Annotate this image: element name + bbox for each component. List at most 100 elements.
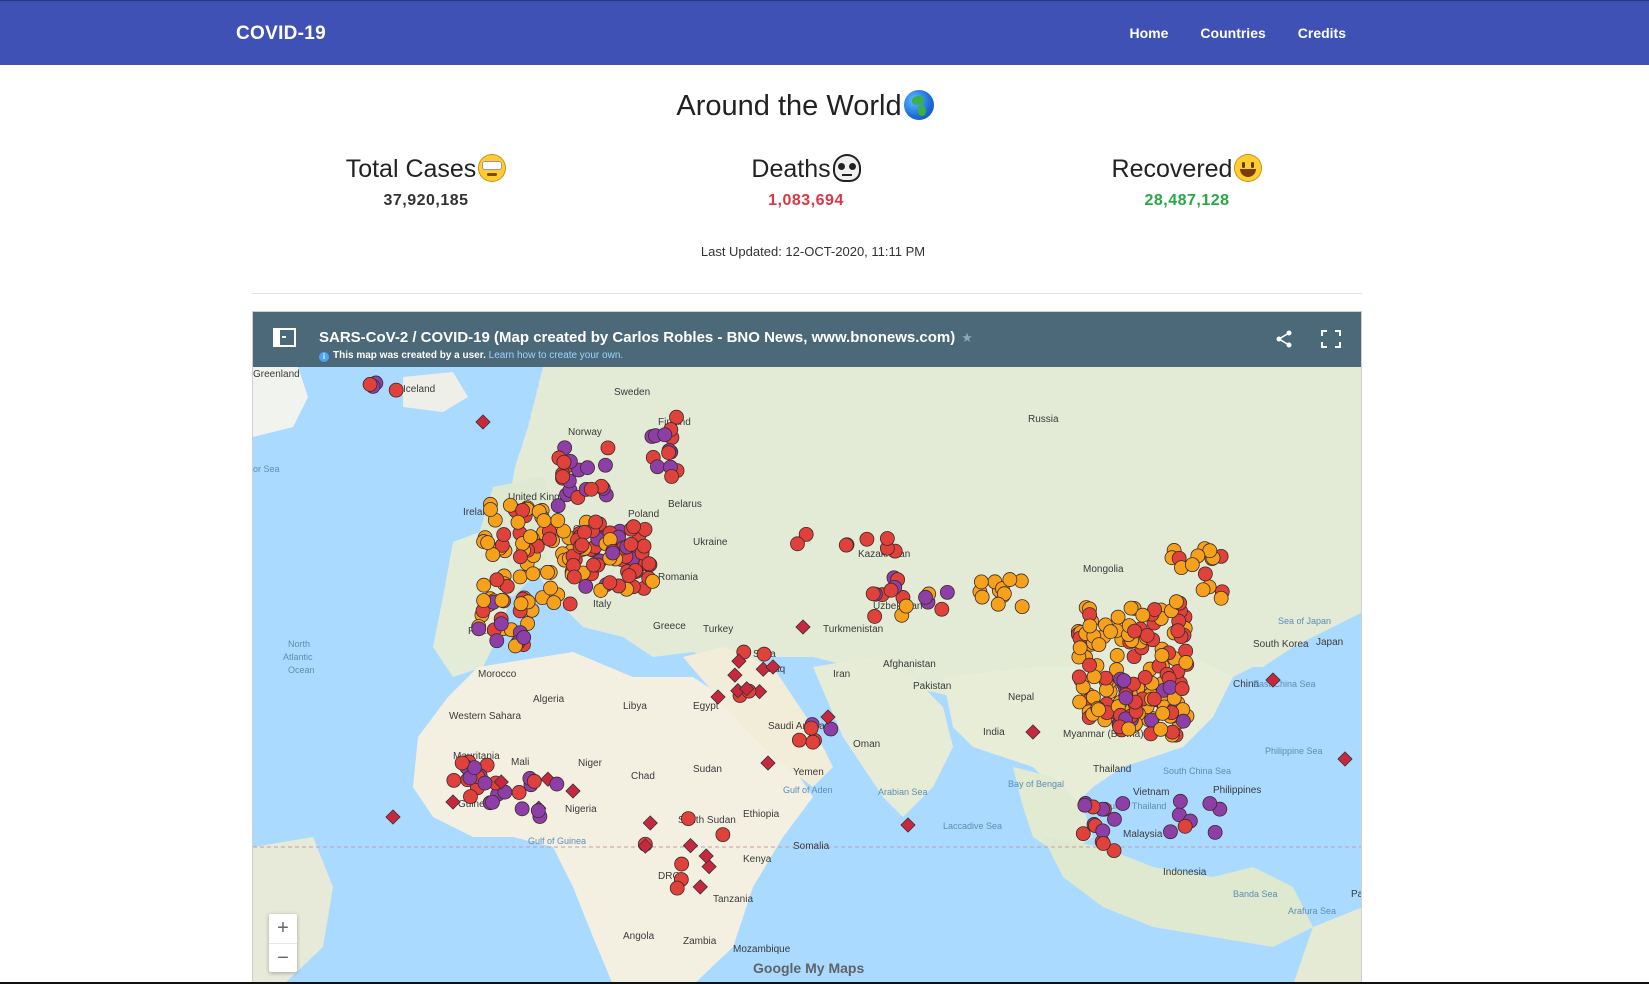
map-marker-purple[interactable] [918,589,933,605]
map-marker-red[interactable] [542,531,557,547]
map-marker-purple[interactable] [493,616,509,632]
map-marker-red[interactable] [388,382,404,398]
map-marker-orange[interactable] [1091,702,1106,718]
map-marker-purple[interactable] [516,630,532,645]
learn-more-link[interactable]: Learn how to create your own. [489,350,624,361]
world-map[interactable]: GreenlandIcelandSwedenFinlandNorwayRussi… [253,367,1362,984]
map-marker-purple[interactable] [939,584,955,600]
google-attribution[interactable]: Google My Maps [753,960,864,976]
star-icon[interactable]: ★ [961,330,973,345]
map-marker-red[interactable] [577,524,592,540]
map-marker-red[interactable] [879,531,895,546]
map-marker-orange[interactable] [540,564,555,580]
map-marker-red[interactable] [791,732,807,748]
map-marker-orange[interactable] [525,566,541,582]
map-marker-red[interactable] [566,569,582,585]
map-marker-red[interactable] [362,377,378,392]
map-marker-purple[interactable] [823,721,839,737]
map-marker-orange[interactable] [1082,618,1098,634]
map-marker-purple[interactable] [605,545,621,561]
map-marker-red[interactable] [1170,623,1186,639]
map-marker-orange[interactable] [550,513,566,528]
map-marker-orange[interactable] [1153,721,1169,737]
map-marker-orange[interactable] [494,592,510,608]
nav-link-credits[interactable]: Credits [1298,25,1346,41]
map-marker-red[interactable] [756,646,772,662]
map-marker-orange[interactable] [1168,594,1184,610]
map-marker-red[interactable] [588,514,604,530]
map-marker-red[interactable] [1127,623,1142,639]
map-marker-red[interactable] [934,601,950,617]
map-marker-purple[interactable] [549,776,565,792]
map-marker-orange[interactable] [1103,624,1118,640]
fullscreen-icon[interactable] [1321,330,1341,348]
map-marker-orange[interactable] [536,513,552,528]
zoom-out-button[interactable]: − [269,943,297,973]
map-marker-purple[interactable] [1175,713,1191,729]
map-marker-purple[interactable] [1077,797,1093,813]
map-marker-orange[interactable] [898,598,914,614]
map-marker-purple[interactable] [1115,796,1131,811]
map-marker-red[interactable] [641,556,657,572]
map-marker-red[interactable] [626,519,641,535]
map-marker-orange[interactable] [973,574,989,590]
map-marker-orange[interactable] [1121,721,1137,737]
map-marker-red[interactable] [446,772,462,788]
map-marker-orange[interactable] [510,514,526,530]
map-marker-red[interactable] [1197,566,1213,582]
map-marker-orange[interactable] [513,596,529,612]
nav-link-home[interactable]: Home [1130,25,1169,41]
map-marker-red[interactable] [883,582,899,598]
map-marker-orange[interactable] [512,569,528,585]
map-marker-red[interactable] [661,445,676,461]
map-marker-purple[interactable] [1116,673,1132,688]
map-marker-red[interactable] [805,734,821,750]
map-marker-red[interactable] [669,880,685,896]
map-marker-red[interactable] [636,538,652,554]
zoom-in-button[interactable]: + [269,914,297,943]
map-marker-purple[interactable] [650,459,665,475]
map-marker-purple[interactable] [1118,690,1134,706]
embedded-map[interactable]: SARS-CoV-2 / COVID-19 (Map created by Ca… [252,311,1362,984]
map-marker-orange[interactable] [1002,572,1018,587]
map-marker-purple[interactable] [580,460,595,476]
map-marker-orange[interactable] [1135,607,1151,623]
map-marker-red[interactable] [489,572,505,588]
map-marker-purple[interactable] [514,801,530,817]
map-marker-red[interactable] [680,811,696,827]
map-marker-purple[interactable] [489,633,505,649]
map-marker-orange[interactable] [480,535,496,550]
map-marker-purple[interactable] [578,579,594,594]
map-marker-red[interactable] [463,789,478,804]
map-marker-purple[interactable] [657,427,673,443]
map-marker-red[interactable] [1174,681,1190,697]
map-marker-purple[interactable] [1172,793,1188,809]
map-marker-purple[interactable] [467,760,482,776]
map-marker-purple[interactable] [530,803,546,819]
map-marker-red[interactable] [1177,818,1193,834]
map-marker-red[interactable] [865,586,881,602]
map-marker-red[interactable] [1071,669,1087,685]
map-marker-red[interactable] [526,773,542,789]
map-marker-orange[interactable] [1109,648,1125,663]
map-marker-red[interactable] [496,527,512,542]
map-marker-red[interactable] [790,536,805,552]
map-marker-orange[interactable] [1178,655,1194,670]
nav-link-countries[interactable]: Countries [1200,25,1265,41]
map-marker-purple[interactable] [1163,824,1178,840]
map-marker-orange[interactable] [483,502,498,517]
map-marker-orange[interactable] [1072,640,1088,656]
map-marker-orange[interactable] [476,593,492,608]
map-marker-orange[interactable] [1195,582,1211,598]
legend-toggle-icon[interactable] [273,328,297,348]
map-marker-purple[interactable] [598,457,613,473]
map-marker-red[interactable] [623,536,639,552]
map-marker-orange[interactable] [645,573,660,589]
map-marker-purple[interactable] [550,498,566,514]
map-marker-red[interactable] [859,531,875,547]
map-marker-red[interactable] [1139,628,1155,643]
map-marker-red[interactable] [602,575,618,590]
map-marker-purple[interactable] [471,621,487,637]
map-marker-orange[interactable] [476,577,492,593]
map-marker-red[interactable] [674,856,690,872]
